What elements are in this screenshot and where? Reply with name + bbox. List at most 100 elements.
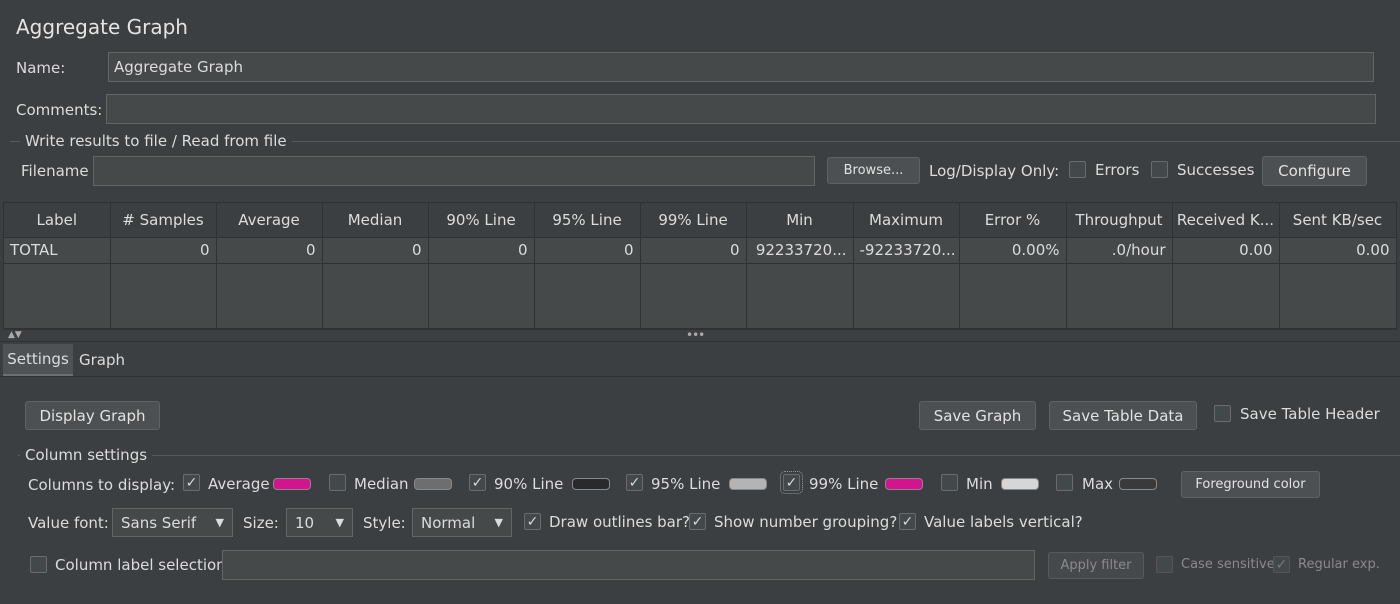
chevron-down-icon: ▼ <box>335 516 344 529</box>
successes-checkbox[interactable] <box>1151 161 1168 178</box>
name-label: Name: <box>16 59 66 77</box>
table-empty-row <box>4 263 1397 330</box>
comments-field[interactable] <box>106 94 1376 124</box>
draw-outlines-label: Draw outlines bar? <box>549 513 691 531</box>
value-labels-vertical-checkbox[interactable]: ✓ <box>899 513 916 530</box>
min-color-swatch[interactable] <box>1001 478 1039 490</box>
browse-button[interactable]: Browse... <box>827 157 920 184</box>
case-sensitive-label: Case sensitive <box>1181 557 1275 572</box>
table-cell: TOTAL <box>4 237 111 264</box>
display-graph-button[interactable]: Display Graph <box>25 401 160 430</box>
min-checkbox[interactable] <box>941 474 958 491</box>
column-settings-title: Column settings <box>20 446 153 464</box>
column-header-sent[interactable]: Sent KB/sec <box>1279 203 1397 238</box>
errors-checkbox[interactable] <box>1069 161 1086 178</box>
average-checkbox[interactable]: ✓ <box>183 474 200 491</box>
min-label: Min <box>966 475 993 493</box>
save-table-header-label: Save Table Header <box>1240 405 1380 423</box>
save-graph-button[interactable]: Save Graph <box>919 401 1036 430</box>
column-header-99-line[interactable]: 99% Line <box>640 203 747 238</box>
column-header-median[interactable]: Median <box>322 203 429 238</box>
chevron-down-icon: ▼ <box>215 516 224 529</box>
column-header-throughput[interactable]: Throughput <box>1066 203 1173 238</box>
column-header-label[interactable]: Label <box>4 203 111 238</box>
column-header-95-line[interactable]: 95% Line <box>534 203 641 238</box>
table-cell: 0.00 <box>1279 237 1397 264</box>
column-header-min[interactable]: Min <box>746 203 854 238</box>
foreground-color-button[interactable]: Foreground color <box>1181 471 1320 498</box>
max-color-swatch[interactable] <box>1119 478 1157 490</box>
column-header-90-line[interactable]: 90% Line <box>428 203 535 238</box>
99-line-color-swatch[interactable] <box>885 478 923 490</box>
90-line-checkbox[interactable]: ✓ <box>469 474 486 491</box>
table-cell: 0 <box>322 237 429 264</box>
average-color-swatch[interactable] <box>273 478 311 490</box>
99-line-label: 99% Line <box>809 475 879 493</box>
column-header-average[interactable]: Average <box>216 203 323 238</box>
style-value: Normal <box>421 513 476 532</box>
size-value: 10 <box>295 513 315 532</box>
case-sensitive-checkbox[interactable] <box>1156 556 1173 573</box>
95-line-label: 95% Line <box>651 475 721 493</box>
value-labels-vertical-label: Value labels vertical? <box>924 513 1083 531</box>
table-cell: -92233720... <box>853 237 960 264</box>
90-line-label: 90% Line <box>494 475 564 493</box>
value-font-select[interactable]: Sans Serif ▼ <box>112 508 233 537</box>
size-select[interactable]: 10 ▼ <box>286 508 353 537</box>
95-line-color-swatch[interactable] <box>729 478 767 490</box>
style-label: Style: <box>363 514 406 532</box>
save-table-data-button[interactable]: Save Table Data <box>1049 401 1197 430</box>
table-cell: 0 <box>428 237 535 264</box>
column-header-received[interactable]: Received K... <box>1172 203 1280 238</box>
splitter-handle-icon[interactable]: ••• <box>686 328 705 342</box>
file-group-title: Write results to file / Read from file <box>20 132 292 150</box>
table-cell: .0/hour <box>1066 237 1173 264</box>
errors-label: Errors <box>1095 161 1140 179</box>
99-line-checkbox[interactable]: ✓ <box>780 471 803 494</box>
table-cell: 92233720... <box>746 237 854 264</box>
column-header-maximum[interactable]: Maximum <box>853 203 960 238</box>
apply-filter-button[interactable]: Apply filter <box>1048 552 1144 579</box>
tab-graph[interactable]: Graph <box>76 344 128 376</box>
save-table-header-checkbox[interactable] <box>1214 405 1231 422</box>
show-number-grouping-checkbox[interactable]: ✓ <box>689 513 706 530</box>
table-cell: 0.00% <box>959 237 1067 264</box>
configure-button[interactable]: Configure <box>1262 156 1367 186</box>
table-cell: 0 <box>640 237 747 264</box>
chevron-down-icon: ▼ <box>494 516 503 529</box>
average-label: Average <box>208 475 270 493</box>
results-table: Label # Samples Average Median 90% Line … <box>3 202 1397 330</box>
max-label: Max <box>1082 475 1114 493</box>
column-label-selection-field[interactable] <box>222 550 1035 580</box>
column-header-error[interactable]: Error % <box>959 203 1067 238</box>
size-label: Size: <box>243 514 279 532</box>
page-title: Aggregate Graph <box>16 15 188 39</box>
column-header-samples[interactable]: # Samples <box>110 203 217 238</box>
filename-field[interactable] <box>93 156 815 186</box>
regular-exp-checkbox[interactable]: ✓ <box>1273 556 1290 573</box>
table-row[interactable]: TOTAL 0 0 0 0 0 0 92233720... -92233720.… <box>4 237 1397 264</box>
style-select[interactable]: Normal ▼ <box>412 508 512 537</box>
table-header-row: Label # Samples Average Median 90% Line … <box>4 203 1397 238</box>
columns-to-display-label: Columns to display: <box>28 476 176 494</box>
name-field[interactable]: Aggregate Graph <box>108 52 1374 82</box>
median-color-swatch[interactable] <box>414 478 452 490</box>
column-label-selection-label: Column label selection: <box>55 556 231 574</box>
draw-outlines-checkbox[interactable]: ✓ <box>524 513 541 530</box>
filename-label: Filename <box>21 162 89 180</box>
value-font-value: Sans Serif <box>121 513 197 532</box>
column-label-selection-checkbox[interactable] <box>30 556 47 573</box>
90-line-color-swatch[interactable] <box>572 478 610 490</box>
table-cell: 0.00 <box>1172 237 1280 264</box>
table-cell: 0 <box>216 237 323 264</box>
tab-divider <box>0 376 1400 377</box>
splitter-arrows-icon[interactable]: ▲▼ <box>8 330 22 340</box>
95-line-checkbox[interactable]: ✓ <box>626 474 643 491</box>
splitter-divider <box>0 341 1400 342</box>
show-number-grouping-label: Show number grouping? <box>714 513 898 531</box>
comments-label: Comments: <box>16 101 103 119</box>
median-checkbox[interactable] <box>329 474 346 491</box>
max-checkbox[interactable] <box>1056 474 1073 491</box>
column-settings-border <box>18 455 1400 456</box>
tab-settings[interactable]: Settings <box>3 344 73 376</box>
